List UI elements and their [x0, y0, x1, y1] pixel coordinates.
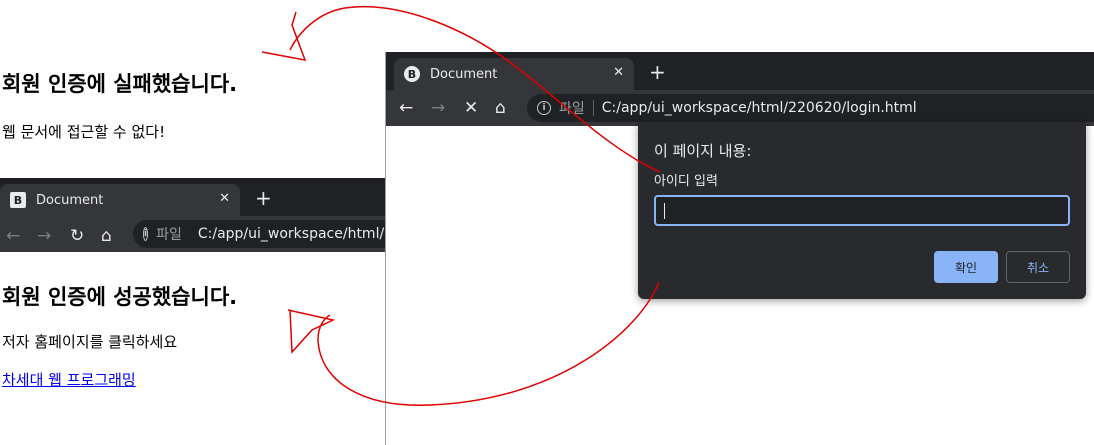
stop-icon[interactable]: ✕: [464, 98, 478, 118]
url-text: C:/app/ui_workspace/html/220620/login.ht…: [601, 100, 917, 116]
fail-page-title: 회원 인증에 실패했습니다.: [2, 72, 238, 96]
close-tab-icon[interactable]: ✕: [613, 65, 624, 80]
arrow-to-fail-head: [261, 11, 307, 61]
prompt-dialog: 이 페이지 내용: 아이디 입력 확인 취소: [638, 122, 1086, 299]
fail-page-text: 웹 문서에 접근할 수 없다!: [2, 123, 166, 141]
success-page-text: 저자 홈페이지를 클릭하세요: [2, 333, 178, 351]
back-arrow-icon[interactable]: ←: [6, 226, 20, 246]
tab-document[interactable]: B Document ✕: [0, 184, 240, 216]
new-tab-icon[interactable]: +: [255, 186, 272, 210]
cancel-button[interactable]: 취소: [1006, 251, 1070, 283]
close-tab-icon[interactable]: ✕: [219, 191, 230, 206]
dialog-title: 이 페이지 내용:: [654, 142, 752, 160]
forward-arrow-icon[interactable]: →: [37, 226, 51, 246]
id-input[interactable]: [654, 195, 1070, 226]
forward-arrow-icon[interactable]: →: [431, 98, 445, 118]
tab-document[interactable]: B Document ✕: [394, 58, 634, 90]
favicon-icon: B: [10, 192, 26, 208]
success-page-title: 회원 인증에 성공했습니다.: [2, 285, 238, 309]
separator: [592, 100, 594, 116]
tab-title: Document: [430, 66, 498, 82]
toolbar: ← → ✕ ⌂ i 파일 C:/app/ui_workspace/html/22…: [386, 90, 1094, 126]
arrow-to-success-head: [287, 309, 336, 354]
author-homepage-link[interactable]: 차세대 웹 프로그래밍: [2, 369, 136, 390]
scheme-label: 파일: [559, 101, 585, 117]
dialog-message: 아이디 입력: [654, 174, 718, 189]
reload-icon[interactable]: ↻: [70, 226, 84, 246]
ok-button[interactable]: 확인: [934, 251, 998, 283]
left-browser-window: B Document ✕ + ← → ↻ ⌂ i 파일 C:/app/ui_wo…: [0, 178, 420, 258]
tab-title: Document: [36, 192, 104, 208]
address-bar[interactable]: i 파일 C:/app/ui_workspace/html/220620/log…: [527, 94, 1094, 122]
home-icon[interactable]: ⌂: [495, 98, 506, 118]
address-bar[interactable]: i 파일 C:/app/ui_workspace/html/220620/log…: [133, 220, 420, 248]
text-caret: [664, 203, 665, 219]
back-arrow-icon[interactable]: ←: [399, 98, 413, 118]
info-icon[interactable]: i: [537, 101, 551, 115]
home-icon[interactable]: ⌂: [101, 226, 112, 246]
info-icon[interactable]: i: [143, 227, 149, 241]
scheme-label: 파일: [156, 227, 182, 243]
favicon-icon: B: [404, 66, 420, 82]
new-tab-icon[interactable]: +: [649, 60, 666, 84]
